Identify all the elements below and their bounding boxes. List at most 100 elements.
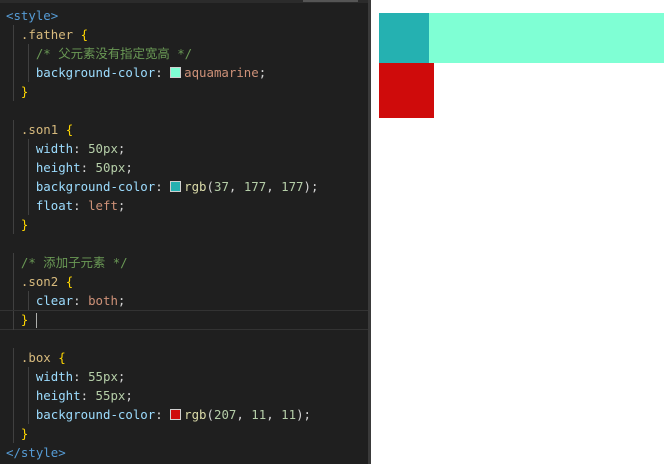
- indent-guide: [28, 44, 30, 63]
- indent-guide: [13, 367, 15, 386]
- code-line[interactable]: </style>: [0, 443, 368, 462]
- code-line[interactable]: [0, 329, 368, 348]
- color-swatch[interactable]: [170, 181, 182, 192]
- code-line[interactable]: height: 55px;: [0, 386, 368, 405]
- indent-guide: [28, 196, 30, 215]
- code-token: }: [20, 84, 29, 99]
- code-token: :: [73, 369, 89, 384]
- code-editor[interactable]: <style> .father { /* 父元素没有指定宽高 */ backgr…: [0, 0, 368, 464]
- indent-guide: [28, 386, 30, 405]
- code-token: rgb: [184, 407, 207, 422]
- code-token: ;: [117, 141, 126, 156]
- indent-guide: [13, 63, 15, 82]
- code-line[interactable]: }: [0, 424, 368, 443]
- tab-indicator: [303, 0, 358, 2]
- code-token: {: [65, 274, 74, 289]
- code-token: ,: [228, 179, 244, 194]
- indent-guide: [13, 311, 15, 330]
- indent-guide: [13, 272, 15, 291]
- color-swatch[interactable]: [170, 67, 182, 78]
- indent-guide: [13, 215, 15, 234]
- indent-guide: [13, 44, 15, 63]
- code-line[interactable]: height: 50px;: [0, 158, 368, 177]
- code-token: rgb: [184, 179, 207, 194]
- code-token: :: [155, 65, 171, 80]
- indent-guide: [13, 405, 15, 424]
- code-token: {: [80, 27, 89, 42]
- code-line[interactable]: clear: both;: [0, 291, 368, 310]
- code-line[interactable]: }: [0, 82, 368, 101]
- code-token: float: [35, 198, 74, 213]
- code-token: clear: [35, 293, 74, 308]
- indent-guide: [28, 177, 30, 196]
- code-token: );: [296, 407, 311, 422]
- code-token: ;: [117, 293, 126, 308]
- indent-guide: [28, 291, 30, 310]
- code-token: height: [35, 388, 81, 403]
- code-token: width: [35, 369, 74, 384]
- indent-guide: [13, 424, 15, 443]
- code-token: height: [35, 160, 81, 175]
- editor-tab-strip: [0, 0, 368, 3]
- code-token: /* 父元素没有指定宽高 */: [35, 46, 193, 61]
- code-token: (: [206, 179, 214, 194]
- indent-guide: [13, 120, 15, 139]
- code-line[interactable]: [0, 101, 368, 120]
- code-token: background-color: [35, 65, 156, 80]
- code-line[interactable]: background-color: rgb(37, 177, 177);: [0, 177, 368, 196]
- code-token: both: [88, 293, 118, 308]
- code-token: width: [35, 141, 74, 156]
- son1-block: [379, 13, 429, 63]
- code-token: ,: [266, 407, 282, 422]
- code-token: 177: [281, 179, 304, 194]
- code-line[interactable]: .son2 {: [0, 272, 368, 291]
- code-line[interactable]: background-color: aquamarine;: [0, 63, 368, 82]
- code-line[interactable]: }: [0, 215, 368, 234]
- code-token: 55px: [88, 369, 118, 384]
- code-token: :: [73, 293, 89, 308]
- code-line[interactable]: .father {: [0, 25, 368, 44]
- code-token: 11: [251, 407, 267, 422]
- indent-guide: [13, 177, 15, 196]
- code-line[interactable]: float: left;: [0, 196, 368, 215]
- indent-guide: [13, 139, 15, 158]
- indent-guide: [28, 367, 30, 386]
- code-token: {: [58, 350, 66, 365]
- text-cursor: [36, 313, 37, 328]
- code-line[interactable]: /* 添加子元素 */: [0, 253, 368, 272]
- code-token: :: [80, 160, 96, 175]
- code-token: 55px: [95, 388, 126, 403]
- code-line[interactable]: <style>: [0, 6, 368, 25]
- code-token: ;: [125, 160, 133, 175]
- code-token: .father: [20, 27, 74, 42]
- code-line[interactable]: .son1 {: [0, 120, 368, 139]
- code-token: :: [80, 388, 96, 403]
- code-line[interactable]: width: 50px;: [0, 139, 368, 158]
- code-token: background-color: [35, 407, 156, 422]
- code-token: </style>: [6, 445, 66, 460]
- indent-guide: [13, 158, 15, 177]
- code-token: }: [20, 217, 29, 232]
- code-token: 177: [243, 179, 267, 194]
- code-token: ;: [258, 65, 267, 80]
- code-token: );: [303, 179, 319, 194]
- code-token: ,: [236, 407, 252, 422]
- code-line[interactable]: background-color: rgb(207, 11, 11);: [0, 405, 368, 424]
- code-line[interactable]: }: [0, 310, 368, 330]
- code-line[interactable]: .box {: [0, 348, 368, 367]
- code-token: 11: [281, 407, 297, 422]
- code-token: .son1: [20, 122, 59, 137]
- color-swatch[interactable]: [170, 409, 182, 420]
- code-line[interactable]: width: 55px;: [0, 367, 368, 386]
- code-line[interactable]: [0, 234, 368, 253]
- code-line[interactable]: /* 父元素没有指定宽高 */: [0, 44, 368, 63]
- code-token: :: [155, 407, 171, 422]
